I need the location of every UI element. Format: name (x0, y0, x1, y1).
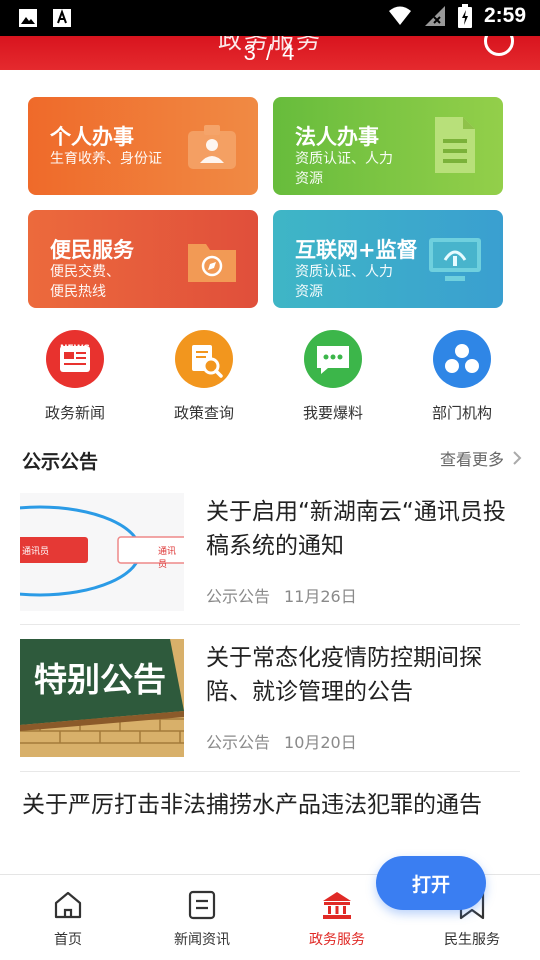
nav-label: 首页 (54, 932, 82, 948)
header-banner: 政务服务 3 / 4 (0, 36, 540, 70)
quick-link-policy-query[interactable]: 政策查询 (149, 330, 259, 423)
quick-link-departments[interactable]: 部门机构 (407, 330, 517, 423)
quick-link-label: 部门机构 (431, 404, 492, 422)
government-building-icon (323, 892, 351, 919)
news-badge-text: NEWS (59, 344, 91, 354)
thumb-label-left: 通讯员 (22, 547, 50, 557)
divider (20, 771, 520, 772)
news-item[interactable]: 通讯员 通讯员 关于启用“新湖南云“通讯员投稿系统的通知 公示公告 11月26日 (20, 493, 520, 613)
card-title: 法人办事 (295, 125, 379, 149)
quick-link-label: 政策查询 (173, 404, 234, 422)
folder-compass-icon (188, 244, 236, 282)
home-icon (54, 891, 82, 919)
document-icon (435, 117, 475, 173)
quick-link-government-news[interactable]: NEWS 政务新闻 (20, 330, 130, 423)
card-title: 互联网+监督 (295, 238, 418, 262)
card-personal-affairs[interactable]: 个人办事 生育收养、身份证 (28, 97, 258, 195)
news-item[interactable]: 特别公告 关于常态化疫情防控期间探陪、就诊管理的公告 公示公告 10月20日 (20, 639, 520, 759)
text-a-icon (53, 9, 71, 27)
signal-icon (424, 6, 445, 26)
nav-news[interactable]: 新闻资讯 (142, 889, 262, 949)
page-indicator: 3 / 4 (243, 40, 297, 65)
news-date: 11月26日 (284, 587, 357, 606)
card-subtitle: 便民交费、 便民热线 (50, 264, 120, 300)
divider (20, 624, 520, 625)
news-meta: 公示公告 11月26日 (206, 583, 357, 607)
news-thumbnail: 特别公告 (20, 639, 184, 757)
wifi-icon (388, 6, 411, 25)
news-item-text-only[interactable]: 关于严厉打击非法捕捞水产品违法犯罪的通告 (22, 788, 522, 822)
card-subtitle: 生育收养、身份证 (50, 151, 162, 167)
open-app-button[interactable]: 打开 (376, 856, 486, 910)
status-bar: 2:59 (0, 0, 540, 36)
view-more-link[interactable]: 查看更多 (440, 446, 522, 470)
thumb-label-right: 通讯员 (158, 547, 177, 570)
news-category: 公示公告 (206, 587, 271, 606)
organization-icon (433, 330, 491, 388)
card-legal-affairs[interactable]: 法人办事 资质认证、人力 资源 (273, 97, 503, 195)
battery-icon (457, 4, 472, 28)
status-time: 2:59 (483, 4, 526, 27)
chevron-right-icon (513, 451, 522, 465)
quick-link-report-tip[interactable]: 我要爆料 (278, 330, 388, 423)
card-title: 个人办事 (50, 125, 134, 149)
news-list-icon (188, 890, 216, 920)
policy-search-icon (175, 330, 233, 388)
news-date: 10月20日 (284, 733, 357, 752)
card-title: 便民服务 (50, 238, 134, 262)
quick-link-label: 政务新闻 (44, 404, 105, 422)
news-meta: 公示公告 10月20日 (206, 729, 357, 753)
nav-label: 民生服务 (444, 932, 500, 948)
card-subtitle: 资质认证、人力 资源 (295, 264, 393, 300)
card-subtitle: 资质认证、人力 资源 (295, 151, 393, 187)
news-icon: NEWS (46, 330, 104, 388)
section-title: 公示公告 (22, 451, 99, 473)
quick-link-label: 我要爆料 (302, 404, 363, 422)
nav-label: 新闻资讯 (174, 932, 230, 948)
news-category: 公示公告 (206, 733, 271, 752)
nav-government-services[interactable]: 政务服务 (277, 889, 397, 949)
news-title: 关于常态化疫情防控期间探陪、就诊管理的公告 (206, 645, 482, 705)
card-convenience-services[interactable]: 便民服务 便民交费、 便民热线 (28, 210, 258, 308)
card-internet-supervision[interactable]: 互联网+监督 资质认证、人力 资源 (273, 210, 503, 308)
news-thumbnail: 通讯员 通讯员 (20, 493, 184, 611)
nav-home[interactable]: 首页 (8, 889, 128, 949)
view-more-label: 查看更多 (439, 450, 504, 469)
chat-bubble-icon (304, 330, 362, 388)
news-title: 关于启用“新湖南云“通讯员投稿系统的通知 (206, 499, 506, 559)
monitor-icon (429, 238, 481, 281)
person-id-icon (188, 125, 236, 169)
nav-label: 政务服务 (309, 932, 365, 948)
image-icon (19, 9, 37, 27)
thumb-announcement-text: 特别公告 (34, 660, 166, 699)
